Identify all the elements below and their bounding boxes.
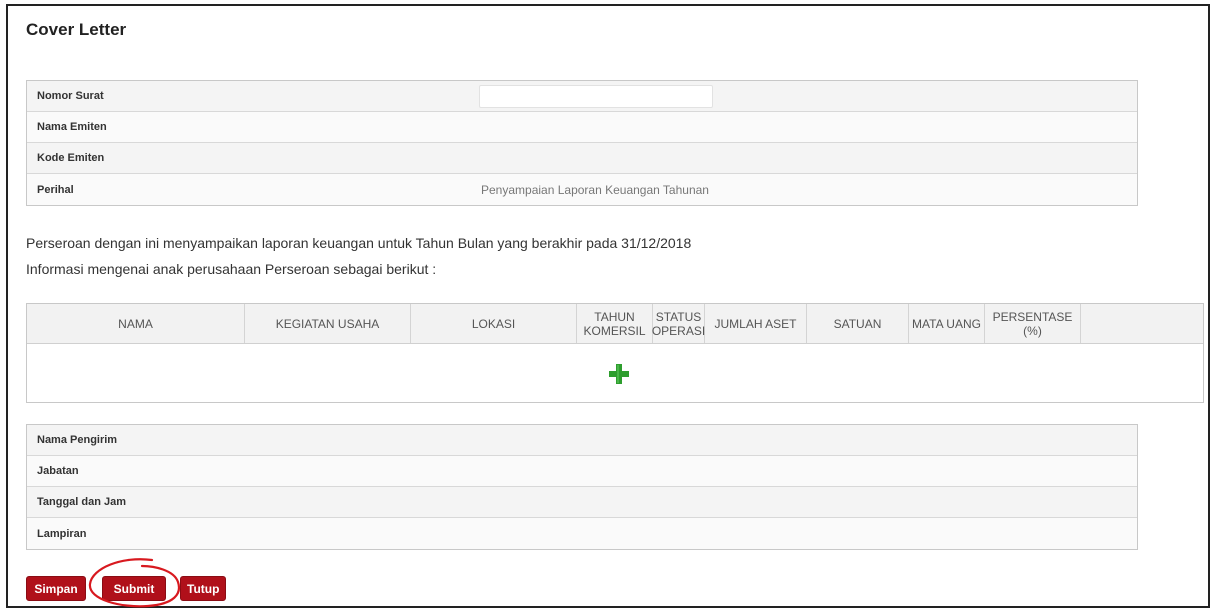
page-title: Cover Letter (26, 20, 127, 39)
intro-text-1: Perseroan dengan ini menyampaikan lapora… (26, 235, 692, 251)
nama-emiten-label: Nama Emiten (37, 121, 107, 133)
nama-emiten-row: Nama Emiten (27, 112, 1137, 143)
lampiran-row: Lampiran (27, 518, 1137, 549)
perihal-row: Perihal Penyampaian Laporan Keuangan Tah… (27, 174, 1137, 205)
col-header-persentase: PERSENTASE (%) (985, 304, 1081, 343)
kode-emiten-row: Kode Emiten (27, 143, 1137, 174)
perihal-label: Perihal (37, 183, 74, 196)
col-header-status-operasi: STATUS OPERASI (652, 304, 705, 343)
col-header-nama: NAMA (27, 304, 245, 343)
cover-info-table: Nomor Surat Nama Emiten Kode Emiten Peri… (26, 80, 1138, 206)
col-header-satuan: SATUAN (807, 304, 909, 343)
col-header-jumlah-aset: JUMLAH ASET (705, 304, 807, 343)
nama-pengirim-label: Nama Pengirim (37, 434, 118, 446)
col-header-tahun-komersil: TAHUN KOMERSIL (577, 304, 653, 343)
nomor-surat-label: Nomor Surat (37, 90, 104, 102)
perihal-value: Penyampaian Laporan Keuangan Tahunan (481, 182, 709, 197)
submit-button[interactable]: Submit (102, 576, 166, 601)
col-header-lokasi: LOKASI (411, 304, 577, 343)
nomor-surat-row: Nomor Surat (27, 81, 1137, 112)
sender-info-table: Nama Pengirim Jabatan Tanggal dan Jam La… (26, 424, 1138, 550)
tanggal-jam-row: Tanggal dan Jam (27, 487, 1137, 518)
col-header-mata-uang: MATA UANG (909, 304, 985, 343)
plus-icon[interactable] (608, 363, 630, 385)
intro-text-2: Informasi mengenai anak perusahaan Perse… (26, 261, 437, 277)
subsidiary-table-body (27, 344, 1203, 402)
lampiran-label: Lampiran (37, 527, 87, 540)
nomor-surat-input[interactable] (479, 84, 713, 108)
cover-letter-panel: Cover Letter Nomor Surat Nama Emiten Kod… (6, 4, 1210, 608)
subsidiary-table-header: NAMA KEGIATAN USAHA LOKASI TAHUN KOMERSI… (27, 304, 1203, 344)
kode-emiten-label: Kode Emiten (37, 152, 105, 164)
jabatan-label: Jabatan (37, 465, 79, 477)
nama-pengirim-row: Nama Pengirim (27, 425, 1137, 456)
subsidiary-table: NAMA KEGIATAN USAHA LOKASI TAHUN KOMERSI… (26, 303, 1204, 403)
tutup-button[interactable]: Tutup (180, 576, 226, 601)
col-header-kegiatan-usaha: KEGIATAN USAHA (245, 304, 411, 343)
jabatan-row: Jabatan (27, 456, 1137, 487)
col-header-actions (1081, 304, 1129, 343)
tanggal-jam-label: Tanggal dan Jam (37, 496, 127, 508)
simpan-button[interactable]: Simpan (26, 576, 86, 601)
